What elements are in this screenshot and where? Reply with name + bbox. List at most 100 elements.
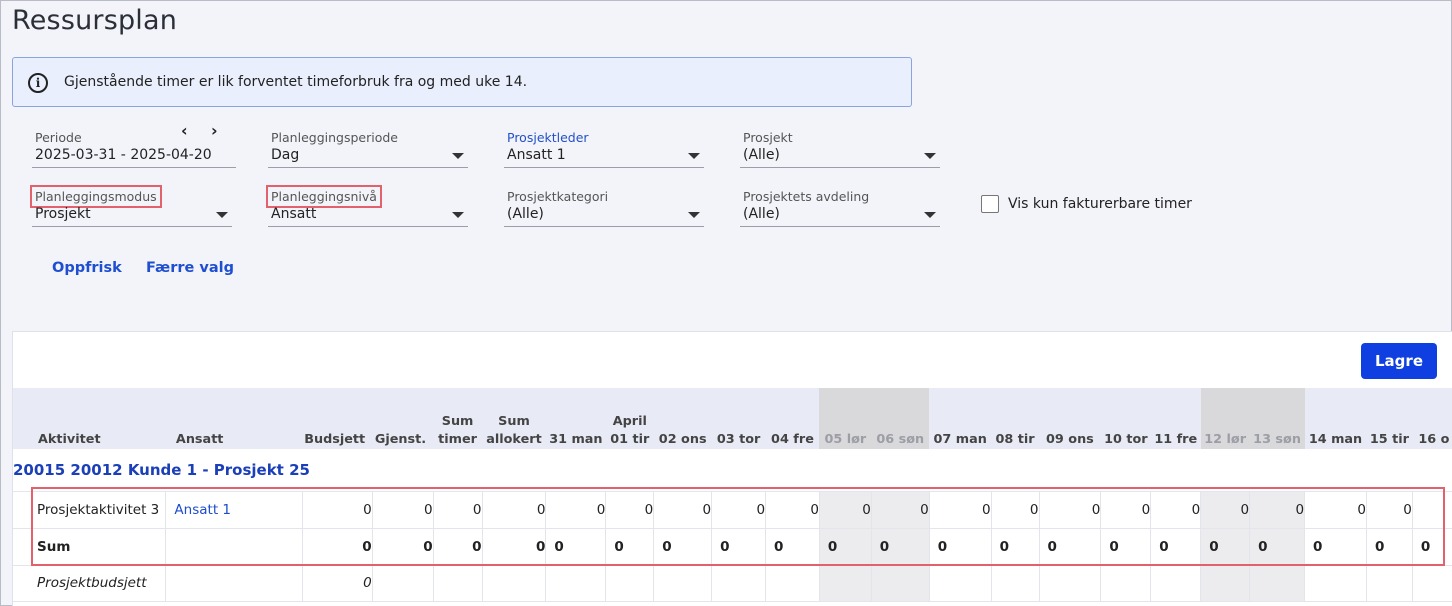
filter-planleggingsperiode[interactable]: Planleggingsperiode Dag — [268, 127, 468, 168]
filter-prosjektkategori[interactable]: Prosjektkategori (Alle) — [504, 186, 704, 227]
col-header[interactable]: 12 lør — [1200, 388, 1250, 449]
cell[interactable]: 0 — [819, 491, 872, 529]
planleggingsmodus-select[interactable]: Prosjekt — [32, 205, 232, 227]
cell[interactable]: 0 — [1249, 491, 1306, 529]
col-header[interactable]: 16 o — [1412, 388, 1452, 449]
filter-prosjekt[interactable]: Prosjekt (Alle) — [740, 127, 940, 168]
save-button[interactable]: Lagre — [1361, 343, 1437, 379]
billable-toggle[interactable]: Vis kun fakturerbare timer — [981, 195, 1192, 213]
col-header[interactable]: 06 søn — [871, 388, 930, 449]
employee-link[interactable]: Ansatt 1 — [165, 491, 303, 529]
billable-checkbox[interactable] — [981, 195, 999, 213]
chevron-right-icon[interactable]: › — [211, 121, 241, 140]
filter-avdeling[interactable]: Prosjektets avdeling (Alle) — [740, 186, 940, 227]
cell[interactable]: 0 — [765, 491, 820, 529]
project-label[interactable]: 20015 20012 Kunde 1 - Prosjekt 25 — [13, 449, 1452, 492]
billable-label: Vis kun fakturerbare timer — [1008, 196, 1192, 212]
cell — [1304, 565, 1367, 602]
col-header[interactable]: 08 tir — [991, 388, 1039, 449]
avdeling-select[interactable]: (Alle) — [740, 205, 940, 227]
cell — [1039, 565, 1102, 602]
col-header[interactable]: 03 tor — [711, 388, 766, 449]
filter-label: Planleggingsperiode — [271, 130, 398, 145]
caret-down-icon — [924, 212, 936, 218]
periode-value[interactable]: 2025-03-31 - 2025-04-20 — [32, 146, 236, 168]
col-header-line: April — [612, 414, 647, 429]
cell[interactable]: 0 — [1100, 491, 1152, 529]
cell[interactable]: 0 — [1366, 491, 1413, 529]
col-header[interactable]: Budsjett — [302, 388, 373, 449]
resource-table: Aktivitet Ansatt Budsjett Gjenst. Sum tim… — [13, 388, 1452, 602]
prosjektleder-select[interactable]: Ansatt 1 — [504, 146, 704, 168]
col-header[interactable]: 07 man — [929, 388, 992, 449]
cell: 0 — [545, 528, 607, 566]
chevron-left-icon[interactable]: ‹ — [181, 121, 211, 140]
col-header-line: Sum — [498, 414, 530, 429]
filter-label: Prosjektkategori — [507, 189, 609, 204]
col-header[interactable]: 15 tir — [1366, 388, 1413, 449]
cell: 0 — [871, 528, 930, 566]
prosjektkategori-select[interactable]: (Alle) — [504, 205, 704, 227]
cell — [1200, 565, 1251, 602]
cell: 0 — [653, 528, 713, 566]
cell[interactable]: 0 — [1150, 491, 1202, 529]
cell[interactable]: 0 — [1200, 491, 1251, 529]
filter-label: Prosjekt — [743, 130, 793, 145]
cell[interactable]: 0 — [871, 491, 930, 529]
col-header[interactable]: 11 fre — [1150, 388, 1201, 449]
info-text: Gjenstående timer er lik forventet timef… — [64, 74, 528, 90]
cell[interactable]: 0 — [605, 491, 655, 529]
filter-label: Periode — [35, 130, 82, 145]
cell: 0 — [991, 528, 1040, 566]
planleggingsperiode-select[interactable]: Dag — [268, 146, 468, 168]
col-header[interactable]: Ansatt — [165, 388, 303, 449]
prosjekt-select[interactable]: (Alle) — [740, 146, 940, 168]
filter-label: Prosjektets avdeling — [743, 189, 870, 204]
refresh-button[interactable]: Oppfrisk — [52, 260, 122, 276]
fewer-options-button[interactable]: Færre valg — [146, 260, 234, 276]
select-value: Dag — [271, 147, 300, 163]
cell[interactable]: 0 — [991, 491, 1040, 529]
col-header[interactable]: Aktivitet — [13, 388, 166, 449]
cell: 0 — [819, 528, 872, 566]
resource-grid-panel: Lagre Aktivitet Ansatt Budsjett Gjenst. … — [12, 331, 1452, 606]
cell[interactable]: 0 — [711, 491, 767, 529]
col-header[interactable]: Sum timer — [433, 388, 483, 449]
col-header[interactable]: 10 tor — [1100, 388, 1151, 449]
col-header[interactable]: Sum allokert — [482, 388, 546, 449]
filter-label: Prosjektleder — [507, 130, 589, 145]
caret-down-icon — [452, 153, 464, 159]
col-header[interactable]: Gjenst. — [372, 388, 434, 449]
cell[interactable]: 0 — [929, 491, 992, 529]
cell[interactable]: 0 — [545, 491, 607, 529]
select-value: Ansatt 1 — [507, 147, 566, 163]
col-header[interactable]: 04 fre — [765, 388, 820, 449]
cell[interactable]: 0 — [653, 491, 713, 529]
col-header[interactable]: 02 ons — [653, 388, 712, 449]
cell: 0 — [372, 528, 434, 566]
cell[interactable]: 0 — [1039, 491, 1102, 529]
cell — [1100, 565, 1152, 602]
cell: 0 — [302, 528, 373, 566]
budget-value[interactable]: 0 — [302, 565, 373, 602]
table-row: Prosjektaktivitet 3 Ansatt 1 0 0 0 0 0 0… — [13, 491, 1452, 529]
filter-prosjektleder[interactable]: Prosjektleder Ansatt 1 — [504, 127, 704, 168]
planleggingsniva-select[interactable]: Ansatt — [268, 205, 468, 227]
col-header[interactable]: 09 ons — [1039, 388, 1101, 449]
col-header[interactable]: April 01 tir — [605, 388, 654, 449]
col-header[interactable]: 13 søn — [1249, 388, 1305, 449]
filter-planleggingsmodus[interactable]: Planleggingsmodus Prosjekt — [30, 185, 232, 227]
cell: 0 — [929, 528, 992, 566]
cell: 0 — [1249, 528, 1306, 566]
col-header[interactable]: 05 lør — [819, 388, 872, 449]
col-header[interactable]: 14 man — [1304, 388, 1367, 449]
cell[interactable] — [1412, 491, 1452, 529]
cell — [482, 565, 547, 602]
budget-label: Prosjektbudsjett — [13, 565, 167, 602]
cell: 0 — [1150, 528, 1202, 566]
cell[interactable]: 0 — [302, 491, 373, 529]
select-value: (Alle) — [743, 206, 780, 222]
col-header[interactable]: 31 man — [545, 388, 606, 449]
cell[interactable]: 0 — [1304, 491, 1367, 529]
filter-planleggingsniva[interactable]: Planleggingsnivå Ansatt — [266, 185, 468, 227]
